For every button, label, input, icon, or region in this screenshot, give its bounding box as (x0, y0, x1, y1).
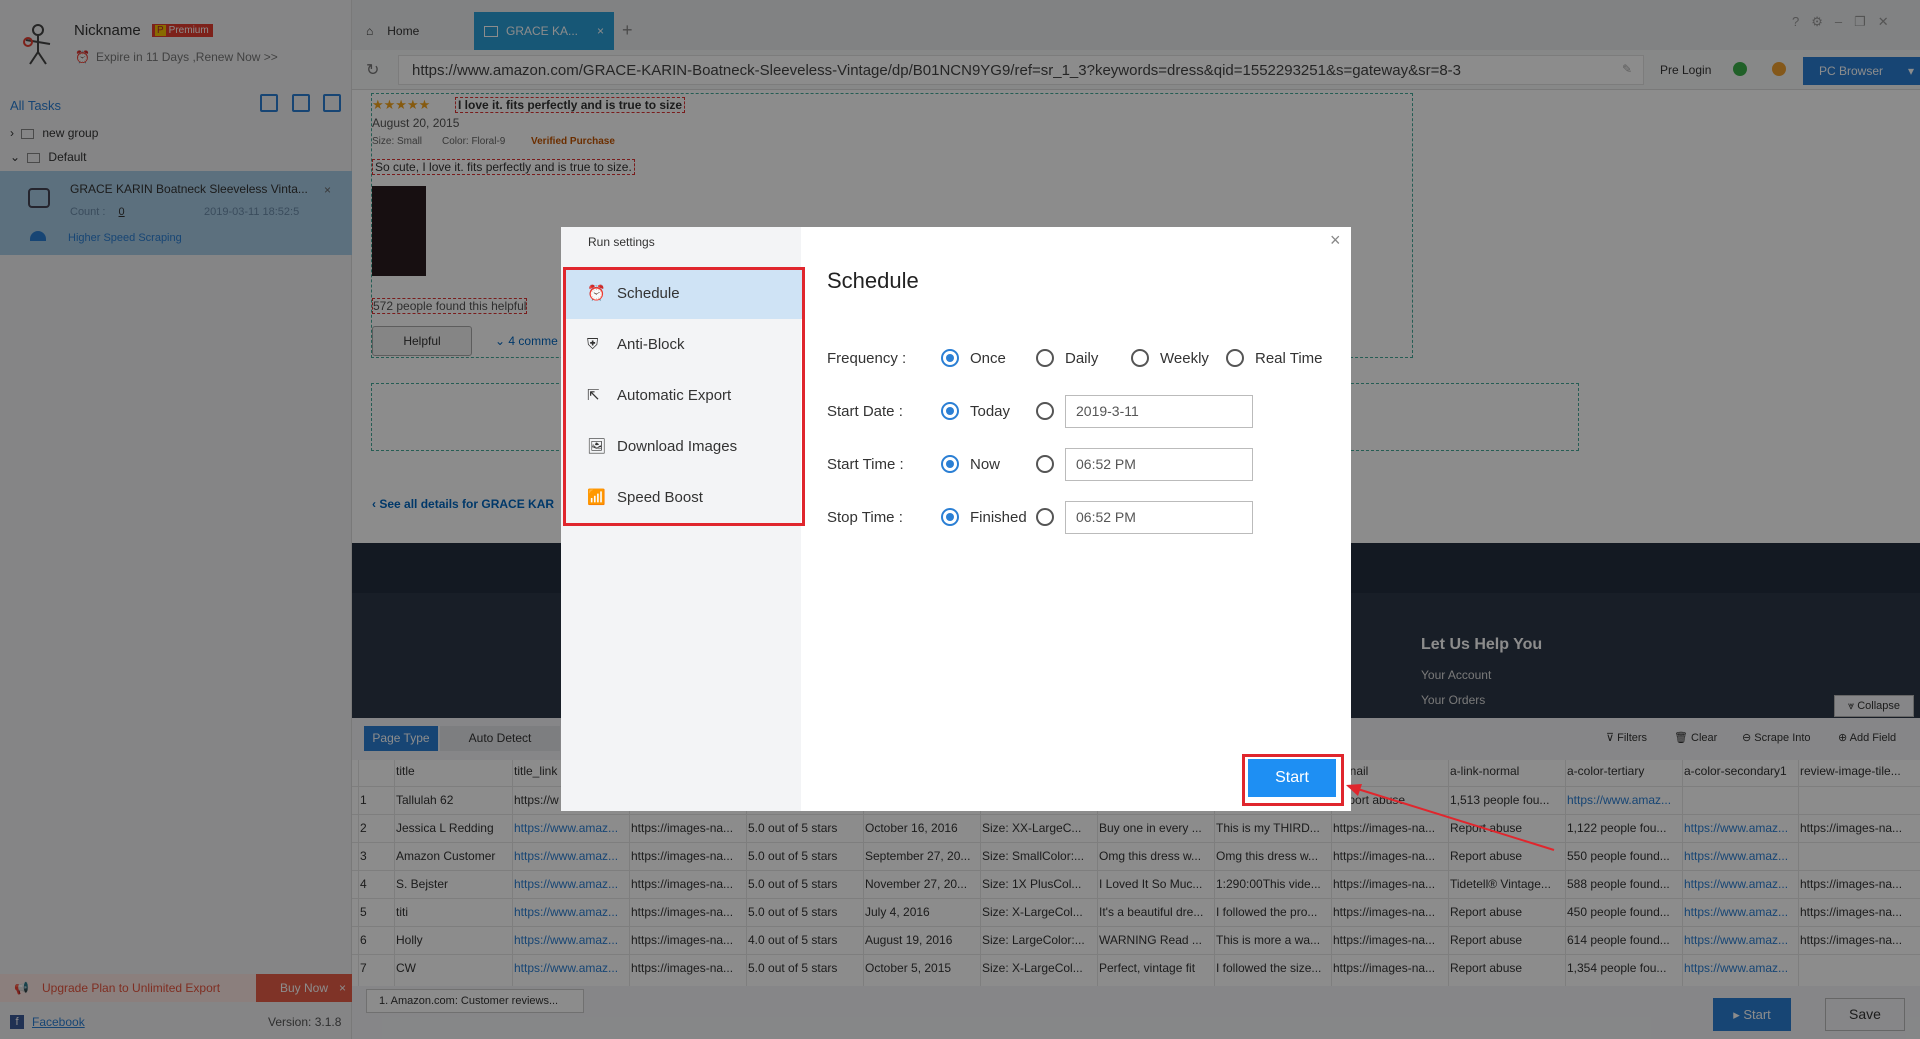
radio-today[interactable] (941, 402, 959, 420)
start-date-label: Start Date : (827, 403, 903, 420)
frequency-label: Frequency : (827, 350, 907, 367)
highlight-box-menu (563, 267, 805, 526)
radio-weekly[interactable] (1131, 349, 1149, 367)
option-finished-label: Finished (970, 509, 1027, 526)
highlight-box-start (1242, 754, 1344, 806)
radio-custom-start-time[interactable] (1036, 455, 1054, 473)
close-icon[interactable]: × (1330, 230, 1341, 251)
dialog-title: Schedule (827, 268, 919, 293)
start-time-field[interactable]: 06:52 PM (1065, 448, 1253, 481)
radio-once[interactable] (941, 349, 959, 367)
radio-custom-date[interactable] (1036, 402, 1054, 420)
radio-now[interactable] (941, 455, 959, 473)
option-now-label: Now (970, 456, 1001, 473)
start-time-label: Start Time : (827, 456, 904, 473)
option-today-label: Today (970, 403, 1011, 420)
radio-finished[interactable] (941, 508, 959, 526)
radio-real-time[interactable] (1226, 349, 1244, 367)
radio-custom-stop-time[interactable] (1036, 508, 1054, 526)
option-weekly-label: Weekly (1160, 350, 1209, 367)
option-real-time-label: Real Time (1255, 350, 1323, 367)
dialog-header: Run settings (588, 235, 655, 249)
option-daily-label: Daily (1065, 350, 1099, 367)
radio-daily[interactable] (1036, 349, 1054, 367)
stop-time-field[interactable]: 06:52 PM (1065, 501, 1253, 534)
start-date-field[interactable]: 2019-3-11 (1065, 395, 1253, 428)
annotation-arrow (1346, 784, 1555, 851)
stop-time-label: Stop Time : (827, 509, 903, 526)
option-once-label: Once (970, 350, 1006, 367)
